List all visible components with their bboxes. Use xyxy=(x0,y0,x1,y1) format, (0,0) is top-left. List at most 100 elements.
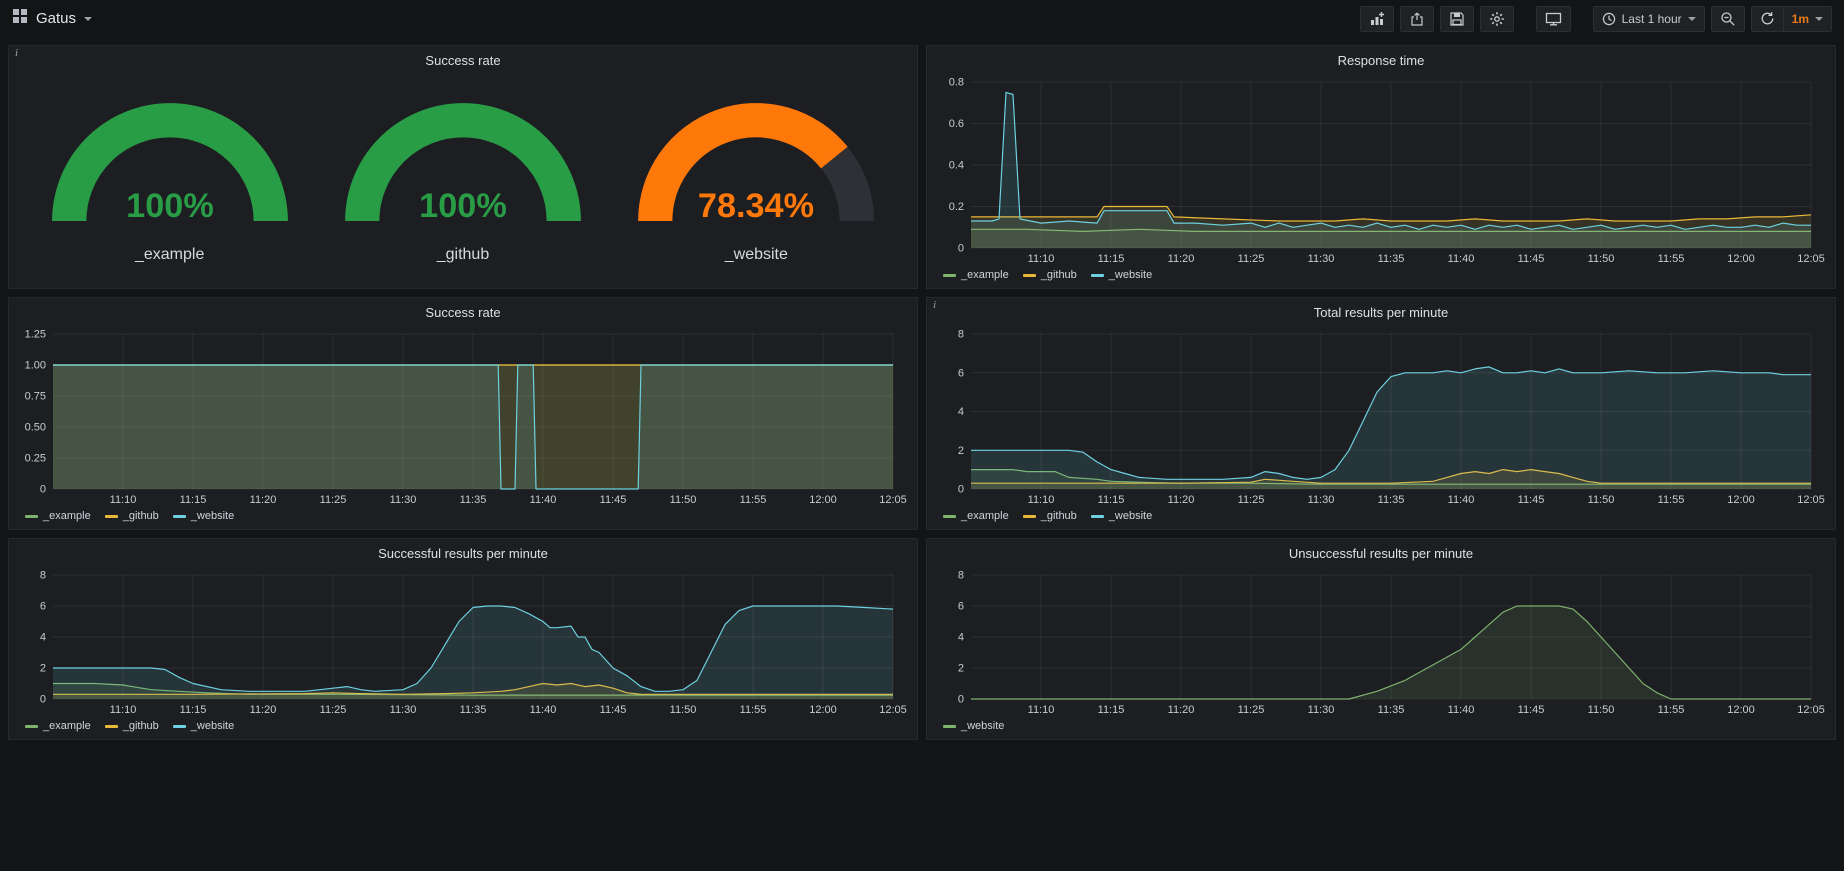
chevron-down-icon xyxy=(1815,17,1823,21)
gauge-label: _website xyxy=(725,246,788,264)
svg-text:11:15: 11:15 xyxy=(180,704,207,716)
legend-swatch xyxy=(1091,274,1104,277)
svg-text:11:50: 11:50 xyxy=(1588,704,1615,716)
gauge-arc: 78.34% xyxy=(625,92,887,243)
svg-text:0: 0 xyxy=(40,694,46,706)
svg-text:11:10: 11:10 xyxy=(110,494,137,506)
svg-text:12:00: 12:00 xyxy=(809,704,837,716)
dashboard-title[interactable]: Gatus xyxy=(36,10,76,27)
refresh-button[interactable] xyxy=(1751,6,1783,32)
zoom-out-button[interactable] xyxy=(1711,6,1745,32)
legend-item-github[interactable]: _github xyxy=(1023,269,1077,281)
svg-text:11:40: 11:40 xyxy=(530,704,557,716)
settings-button[interactable] xyxy=(1480,6,1514,32)
panel-title[interactable]: Success rate xyxy=(17,50,909,72)
svg-text:0: 0 xyxy=(40,484,46,496)
legend-item-website[interactable]: _website xyxy=(943,720,1004,732)
svg-text:11:30: 11:30 xyxy=(1308,494,1335,506)
legend: _website xyxy=(935,717,1827,735)
legend-swatch xyxy=(173,725,186,728)
svg-text:11:55: 11:55 xyxy=(740,704,767,716)
time-range-label: Last 1 hour xyxy=(1622,12,1682,26)
panel-unsuccessful-results: Unsuccessful results per minute 0246811:… xyxy=(926,538,1836,740)
svg-text:11:35: 11:35 xyxy=(460,704,487,716)
svg-text:11:25: 11:25 xyxy=(1238,704,1265,716)
svg-text:0: 0 xyxy=(958,484,964,496)
legend-item-website[interactable]: _website xyxy=(1091,269,1152,281)
monitor-icon xyxy=(1545,11,1562,27)
svg-text:2: 2 xyxy=(40,663,46,675)
panel-title[interactable]: Unsuccessful results per minute xyxy=(935,543,1827,565)
svg-text:11:40: 11:40 xyxy=(1448,494,1475,506)
legend-item-example[interactable]: _example xyxy=(25,720,91,732)
svg-text:0: 0 xyxy=(958,694,964,706)
success-rate-chart[interactable]: 00.250.500.751.001.2511:1011:1511:2011:2… xyxy=(17,324,909,507)
legend-label: _website xyxy=(1109,269,1152,281)
legend-item-github[interactable]: _github xyxy=(105,510,159,522)
svg-text:8: 8 xyxy=(40,570,46,582)
svg-text:6: 6 xyxy=(40,601,46,613)
save-button[interactable] xyxy=(1440,6,1474,32)
gauge-value: 100% xyxy=(126,187,214,225)
successful-results-chart[interactable]: 0246811:1011:1511:2011:2511:3011:3511:40… xyxy=(17,565,909,717)
refresh-interval-label: 1m xyxy=(1792,12,1809,26)
svg-text:11:35: 11:35 xyxy=(1378,253,1405,265)
svg-text:8: 8 xyxy=(958,329,964,341)
gear-icon xyxy=(1489,11,1505,27)
legend-item-website[interactable]: _website xyxy=(173,720,234,732)
navbar-left: Gatus xyxy=(12,8,92,29)
svg-text:11:10: 11:10 xyxy=(1028,704,1055,716)
panel-title[interactable]: Total results per minute xyxy=(935,302,1827,324)
legend-label: _example xyxy=(43,510,91,522)
time-range-picker[interactable]: Last 1 hour xyxy=(1593,6,1705,32)
svg-text:2: 2 xyxy=(958,663,964,675)
svg-text:12:00: 12:00 xyxy=(809,494,837,506)
gauge-arc: 100% xyxy=(39,92,301,243)
svg-text:11:40: 11:40 xyxy=(1448,704,1475,716)
info-icon[interactable]: i xyxy=(11,47,27,63)
panel-title[interactable]: Successful results per minute xyxy=(17,543,909,565)
gauge-label: _example xyxy=(135,246,204,264)
svg-text:11:20: 11:20 xyxy=(250,494,277,506)
legend-item-github[interactable]: _github xyxy=(1023,510,1077,522)
svg-text:4: 4 xyxy=(40,632,46,644)
total-results-chart[interactable]: 0246811:1011:1511:2011:2511:3011:3511:40… xyxy=(935,324,1827,507)
dashboard-grid: i Success rate 100%_example100%_github78… xyxy=(0,37,1844,748)
legend-item-website[interactable]: _website xyxy=(1091,510,1152,522)
svg-text:12:00: 12:00 xyxy=(1727,253,1755,265)
panel-title[interactable]: Success rate xyxy=(17,302,909,324)
legend-item-example[interactable]: _example xyxy=(25,510,91,522)
svg-text:11:55: 11:55 xyxy=(1658,253,1685,265)
svg-text:12:05: 12:05 xyxy=(879,704,907,716)
gauge-value: 78.34% xyxy=(698,187,814,225)
panel-success-rate-gauges: i Success rate 100%_example100%_github78… xyxy=(8,45,918,289)
svg-text:4: 4 xyxy=(958,406,964,418)
legend-label: _example xyxy=(961,269,1009,281)
refresh-interval-dropdown[interactable]: 1m xyxy=(1783,6,1832,32)
add-panel-button[interactable] xyxy=(1360,6,1394,32)
svg-text:0.8: 0.8 xyxy=(949,77,964,89)
svg-text:11:30: 11:30 xyxy=(390,704,417,716)
legend-item-website[interactable]: _website xyxy=(173,510,234,522)
response-time-chart[interactable]: 00.20.40.60.811:1011:1511:2011:2511:3011… xyxy=(935,72,1827,266)
chevron-down-icon xyxy=(84,17,92,21)
legend-item-github[interactable]: _github xyxy=(105,720,159,732)
info-icon[interactable]: i xyxy=(929,299,945,315)
legend-label: _website xyxy=(961,720,1004,732)
legend-item-example[interactable]: _example xyxy=(943,269,1009,281)
legend-item-example[interactable]: _example xyxy=(943,510,1009,522)
panel-title[interactable]: Response time xyxy=(935,50,1827,72)
legend-swatch xyxy=(105,515,118,518)
svg-text:11:25: 11:25 xyxy=(1238,494,1265,506)
dashboard-grid-icon[interactable] xyxy=(12,8,28,29)
refresh-icon xyxy=(1760,11,1775,26)
legend-swatch xyxy=(943,515,956,518)
legend-swatch xyxy=(943,725,956,728)
share-button[interactable] xyxy=(1400,6,1434,32)
unsuccessful-results-chart[interactable]: 0246811:1011:1511:2011:2511:3011:3511:40… xyxy=(935,565,1827,717)
svg-text:11:45: 11:45 xyxy=(1518,704,1545,716)
svg-text:11:30: 11:30 xyxy=(1308,253,1335,265)
cycle-view-button[interactable] xyxy=(1536,6,1571,32)
legend-swatch xyxy=(1091,515,1104,518)
svg-text:11:50: 11:50 xyxy=(1588,253,1615,265)
